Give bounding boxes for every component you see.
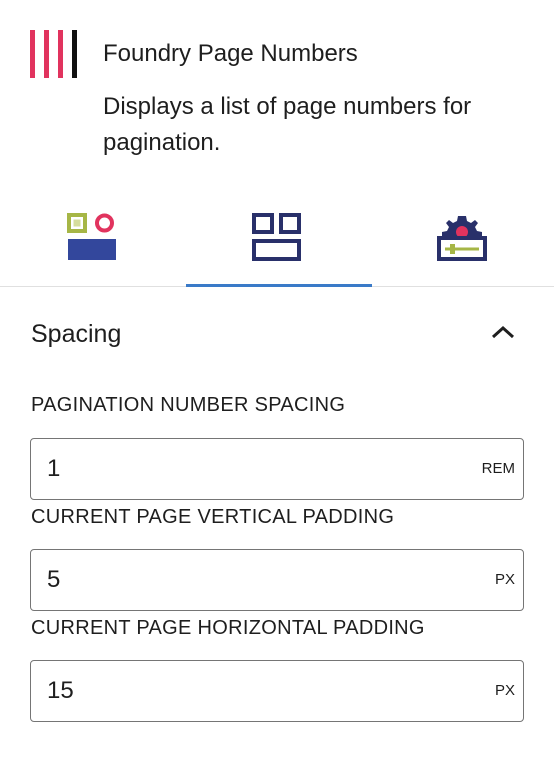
current-page-vertical-padding-label: Current Page Vertical Padding bbox=[31, 506, 395, 528]
spacing-panel-toggle[interactable]: Spacing bbox=[0, 300, 554, 366]
pagination-bars-icon bbox=[30, 30, 77, 78]
panel-title: Spacing bbox=[31, 320, 122, 348]
chevron-up-icon bbox=[491, 325, 515, 339]
current-page-horizontal-padding-field: PX bbox=[30, 660, 524, 722]
tab-advanced[interactable] bbox=[370, 190, 554, 286]
current-page-vertical-padding-input[interactable] bbox=[31, 550, 471, 610]
layout-grid-icon bbox=[252, 213, 301, 261]
pagination-number-spacing-field: REM bbox=[30, 438, 524, 500]
unit-selector[interactable]: PX bbox=[495, 550, 515, 610]
tab-layout[interactable] bbox=[185, 190, 372, 287]
block-title: Foundry Page Numbers bbox=[103, 40, 358, 67]
unit-selector[interactable]: PX bbox=[495, 661, 515, 721]
tab-styles[interactable] bbox=[0, 190, 184, 286]
settings-gear-icon bbox=[437, 216, 487, 261]
pagination-number-spacing-label: Pagination Number Spacing bbox=[31, 394, 346, 416]
unit-selector[interactable]: REM bbox=[482, 439, 515, 499]
block-description: Displays a list of page numbers for pagi… bbox=[103, 93, 472, 156]
pagination-number-spacing-input[interactable] bbox=[31, 439, 471, 499]
inspector-tabs bbox=[0, 190, 554, 287]
current-page-horizontal-padding-label: Current Page Horizontal Padding bbox=[31, 617, 425, 639]
current-page-vertical-padding-field: PX bbox=[30, 549, 524, 611]
styles-icon bbox=[67, 213, 116, 260]
block-card: Foundry Page Numbers Displays a list of … bbox=[0, 0, 554, 180]
current-page-horizontal-padding-input[interactable] bbox=[31, 661, 471, 721]
